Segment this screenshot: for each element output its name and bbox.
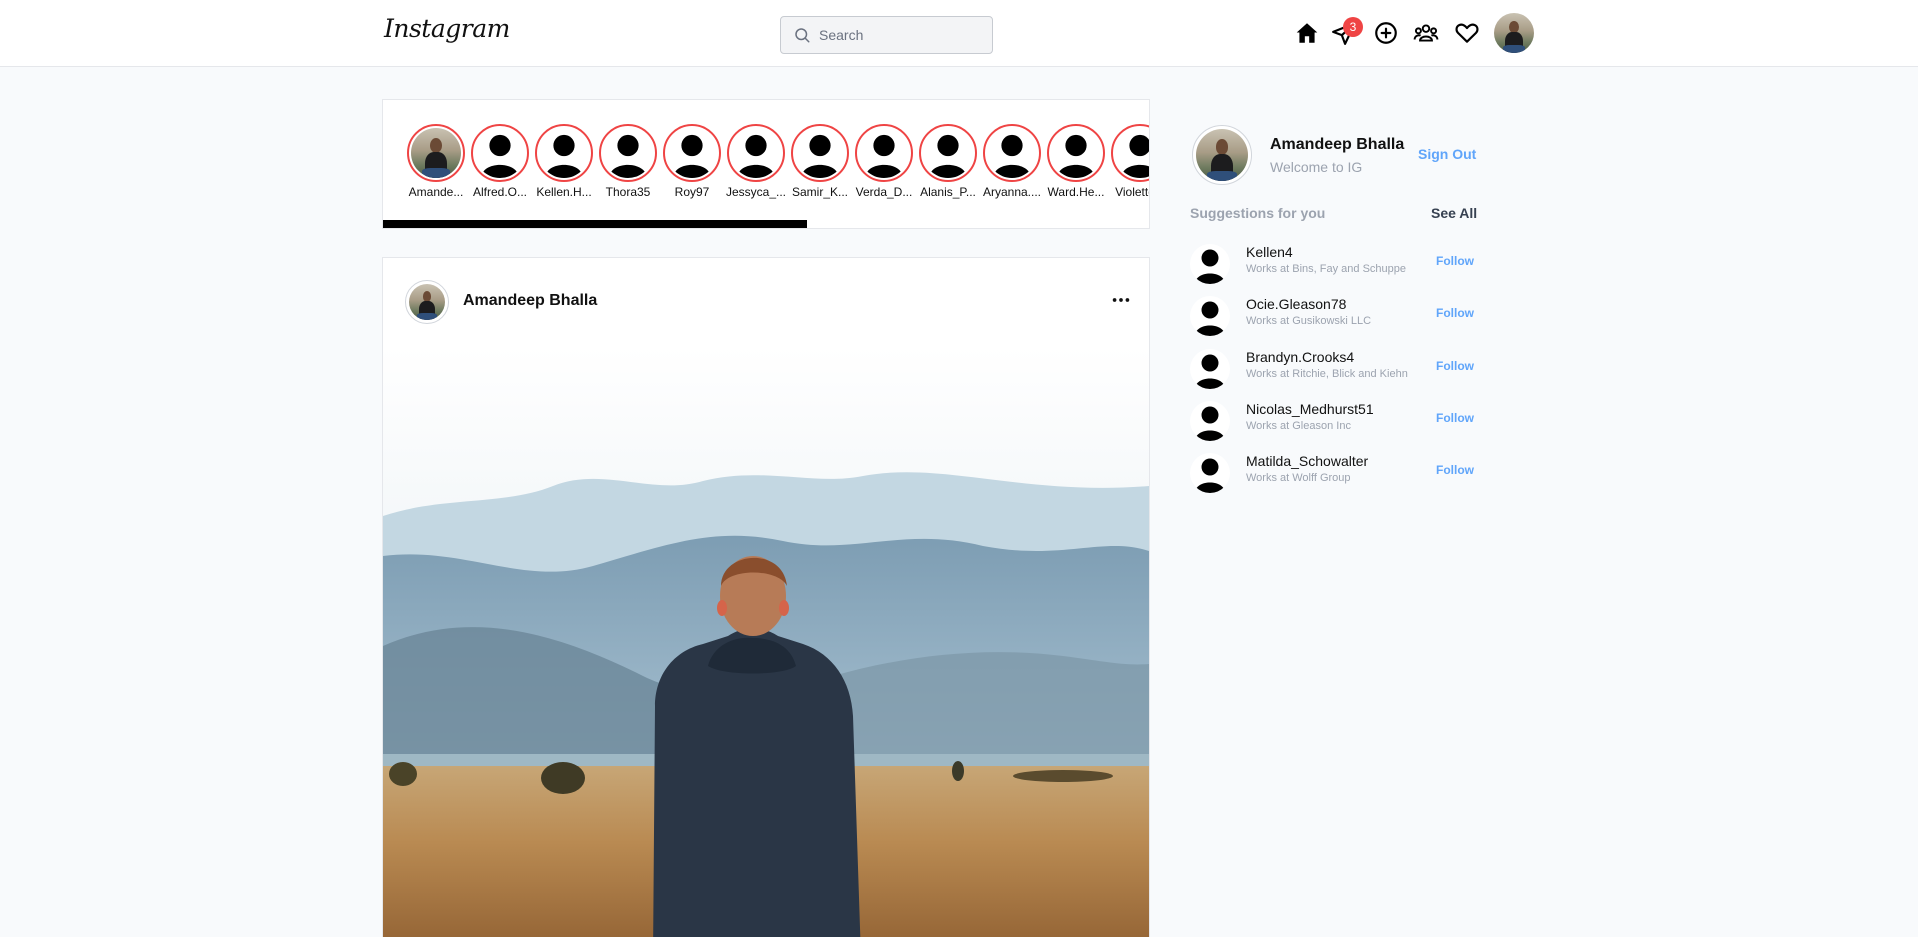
suggestion-username[interactable]: Nicolas_Medhurst51 xyxy=(1246,401,1374,417)
user-silhouette-icon[interactable] xyxy=(1190,348,1230,389)
story-item[interactable]: Alfred.O... xyxy=(471,124,529,199)
messages-badge: 3 xyxy=(1343,17,1363,37)
suggestion-row: Nicolas_Medhurst51 Works at Gleason Inc Fo… xyxy=(1190,399,1474,443)
instagram-logo[interactable]: Instagram xyxy=(384,14,510,43)
story-item[interactable]: Thora35 xyxy=(599,124,657,199)
user-silhouette-icon xyxy=(923,128,973,178)
suggestion-row: Ocie.Gleason78 Works at Gusikowski LLC Fol… xyxy=(1190,294,1474,338)
home-icon[interactable] xyxy=(1293,19,1321,47)
user-silhouette-icon xyxy=(475,128,525,178)
story-item[interactable]: Aryanna.... xyxy=(983,124,1041,199)
search-box[interactable] xyxy=(780,16,993,54)
story-item[interactable]: Verda_D... xyxy=(855,124,913,199)
story-avatar-ring[interactable] xyxy=(599,124,657,182)
add-post-icon[interactable] xyxy=(1372,19,1400,47)
post-header: Amandeep Bhalla xyxy=(383,258,1149,346)
search-icon xyxy=(795,28,810,43)
user-silhouette-icon[interactable] xyxy=(1190,453,1230,494)
suggestion-workplace: Works at Gleason Inc xyxy=(1246,419,1351,432)
user-silhouette-icon xyxy=(987,128,1037,178)
story-item[interactable]: Alanis_P... xyxy=(919,124,977,199)
user-silhouette-icon xyxy=(795,128,845,178)
suggestion-workplace: Works at Wolff Group xyxy=(1246,472,1351,485)
sign-out-button[interactable]: Sign Out xyxy=(1418,146,1476,162)
story-item[interactable]: Amande... xyxy=(407,124,465,199)
stories-scrollbar[interactable] xyxy=(383,220,807,228)
story-avatar-ring[interactable] xyxy=(727,124,785,182)
story-username: Verda_D... xyxy=(855,185,913,199)
story-avatar-ring[interactable] xyxy=(1047,124,1105,182)
story-avatar-ring[interactable] xyxy=(983,124,1041,182)
search-input[interactable] xyxy=(819,27,979,43)
story-username: Aryanna.... xyxy=(982,185,1042,199)
user-silhouette-icon[interactable] xyxy=(1190,244,1230,284)
story-username: Roy97 xyxy=(674,185,710,199)
user-silhouette-icon xyxy=(859,128,909,178)
suggestion-username[interactable]: Ocie.Gleason78 xyxy=(1246,296,1346,312)
story-avatar-ring[interactable] xyxy=(791,124,849,182)
see-all-link[interactable]: See All xyxy=(1431,205,1477,221)
suggestion-workplace: Works at Bins, Fay and Schuppe xyxy=(1246,263,1406,275)
top-navbar: Instagram 3 xyxy=(0,0,1918,67)
story-username: Kellen.H... xyxy=(536,185,592,199)
suggestions-title: Suggestions for you xyxy=(1190,205,1326,221)
suggestion-username[interactable]: Brandyn.Crooks4 xyxy=(1246,349,1354,365)
profile-avatar-nav[interactable] xyxy=(1494,13,1534,53)
story-item[interactable]: Violette... xyxy=(1111,124,1149,199)
story-avatar-photo xyxy=(411,128,461,178)
sidebar-profile-subtitle: Welcome to IG xyxy=(1270,159,1363,175)
follow-button[interactable]: Follow xyxy=(1436,359,1474,373)
story-username: Violette... xyxy=(1115,185,1149,199)
story-avatar-ring[interactable] xyxy=(1111,124,1149,182)
story-username: Amande... xyxy=(408,185,464,199)
story-avatar-ring[interactable] xyxy=(919,124,977,182)
story-item[interactable]: Samir_K... xyxy=(791,124,849,199)
suggestion-username[interactable]: Matilda_Schowalter xyxy=(1246,453,1368,469)
story-username: Alfred.O... xyxy=(472,185,528,199)
follow-button[interactable]: Follow xyxy=(1436,411,1474,425)
story-avatar-ring[interactable] xyxy=(471,124,529,182)
sidebar-profile-name[interactable]: Amandeep Bhalla xyxy=(1270,136,1404,154)
suggestion-workplace: Works at Gusikowski LLC xyxy=(1246,315,1372,328)
more-horizontal-icon[interactable] xyxy=(1109,288,1133,312)
story-item[interactable]: Ward.He... xyxy=(1047,124,1105,199)
people-icon[interactable] xyxy=(1412,19,1440,47)
user-silhouette-icon xyxy=(1115,128,1149,178)
user-silhouette-icon xyxy=(539,128,589,178)
heart-icon[interactable] xyxy=(1453,19,1481,47)
user-silhouette-icon xyxy=(1051,128,1101,178)
suggestion-row: Brandyn.Crooks4 Works at Ritchie, Blick a… xyxy=(1190,347,1474,391)
story-username: Jessyca_... xyxy=(725,185,787,199)
user-silhouette-icon xyxy=(731,128,781,178)
story-username: Thora35 xyxy=(605,185,651,199)
story-username: Ward.He... xyxy=(1047,185,1105,199)
story-avatar-ring[interactable] xyxy=(535,124,593,182)
story-avatar-ring[interactable] xyxy=(855,124,913,182)
story-item[interactable]: Roy97 xyxy=(663,124,721,199)
user-silhouette-icon[interactable] xyxy=(1190,296,1230,337)
suggestion-row: Matilda_Schowalter Works at Wolff Group Fo… xyxy=(1190,451,1474,495)
story-avatar-ring[interactable] xyxy=(663,124,721,182)
suggestion-workplace: Works at Ritchie, Blick and Kiehn xyxy=(1246,367,1408,380)
user-silhouette-icon xyxy=(667,128,717,178)
post-author-avatar[interactable] xyxy=(405,280,449,324)
post-author-name[interactable]: Amandeep Bhalla xyxy=(463,292,597,310)
follow-button[interactable]: Follow xyxy=(1436,254,1474,268)
follow-button[interactable]: Follow xyxy=(1436,306,1474,320)
story-avatar-ring[interactable] xyxy=(407,124,465,182)
post-image[interactable] xyxy=(383,346,1149,937)
user-silhouette-icon xyxy=(603,128,653,178)
stories-bar: Amande... Alfred.O... Kellen.H... Thora35 Ro… xyxy=(382,99,1150,229)
story-item[interactable]: Jessyca_... xyxy=(725,124,787,199)
story-item[interactable]: Kellen.H... xyxy=(535,124,593,199)
sidebar-profile-avatar[interactable] xyxy=(1192,125,1252,185)
story-username: Samir_K... xyxy=(791,185,848,199)
post-card: Amandeep Bhalla xyxy=(382,257,1150,937)
story-username: Alanis_P... xyxy=(920,185,976,199)
follow-button[interactable]: Follow xyxy=(1436,463,1474,477)
suggestion-row: Kellen4 Works at Bins, Fay and Schuppe Fol… xyxy=(1190,242,1474,286)
user-silhouette-icon[interactable] xyxy=(1190,400,1230,441)
suggestion-username[interactable]: Kellen4 xyxy=(1246,244,1293,260)
